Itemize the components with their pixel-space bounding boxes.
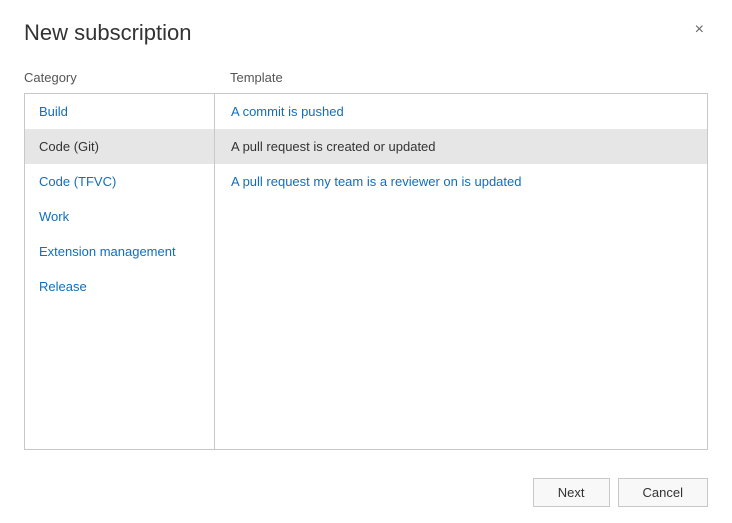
- category-item-extension-management[interactable]: Extension management: [25, 234, 214, 269]
- dialog-footer: Next Cancel: [0, 466, 732, 523]
- close-button[interactable]: ×: [691, 22, 708, 38]
- category-item-build[interactable]: Build: [25, 94, 214, 129]
- next-button[interactable]: Next: [533, 478, 610, 507]
- template-item-commit-pushed[interactable]: A commit is pushed: [215, 94, 707, 129]
- new-subscription-dialog: New subscription × Category Template Bui…: [0, 0, 732, 523]
- category-item-code-tfvc[interactable]: Code (TFVC): [25, 164, 214, 199]
- template-column-header: Template: [230, 70, 708, 85]
- category-item-release[interactable]: Release: [25, 269, 214, 304]
- template-item-pull-request-created[interactable]: A pull request is created or updated: [215, 129, 707, 164]
- dialog-header: New subscription ×: [0, 0, 732, 58]
- category-list: BuildCode (Git)Code (TFVC)WorkExtension …: [25, 94, 215, 449]
- template-item-pull-request-reviewer[interactable]: A pull request my team is a reviewer on …: [215, 164, 707, 199]
- cancel-button[interactable]: Cancel: [618, 478, 708, 507]
- columns-body: BuildCode (Git)Code (TFVC)WorkExtension …: [24, 93, 708, 450]
- dialog-title: New subscription: [24, 20, 192, 46]
- template-list: A commit is pushedA pull request is crea…: [215, 94, 707, 449]
- dialog-body: Category Template BuildCode (Git)Code (T…: [0, 58, 732, 466]
- columns-header: Category Template: [24, 70, 708, 85]
- category-item-code-git[interactable]: Code (Git): [25, 129, 214, 164]
- category-item-work[interactable]: Work: [25, 199, 214, 234]
- category-column-header: Category: [24, 70, 214, 85]
